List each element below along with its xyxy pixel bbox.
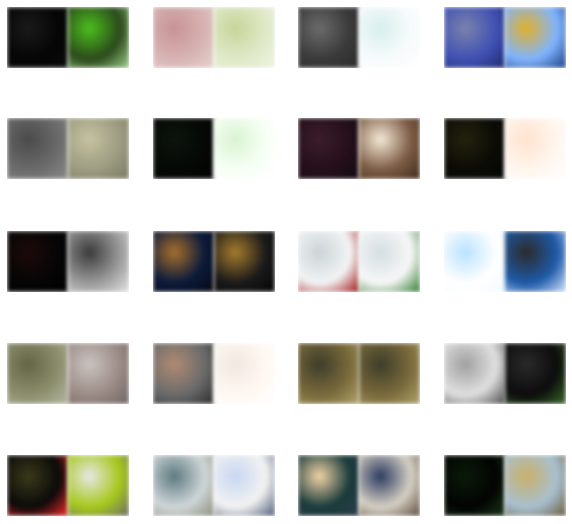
image-pair-right bbox=[505, 118, 566, 179]
image-pair bbox=[7, 455, 129, 516]
image-pair-right bbox=[505, 7, 566, 68]
image-pair bbox=[444, 118, 566, 179]
image-pair bbox=[153, 7, 275, 68]
image-pair bbox=[153, 455, 275, 516]
image-pair-right bbox=[214, 455, 275, 516]
image-pair bbox=[298, 7, 420, 68]
image-pair-right bbox=[359, 231, 420, 292]
image-pair-right bbox=[214, 343, 275, 404]
image-pair-left bbox=[153, 343, 214, 404]
image-pair bbox=[298, 231, 420, 292]
image-pair bbox=[298, 455, 420, 516]
image-pair-left bbox=[7, 455, 68, 516]
image-pair-right bbox=[359, 7, 420, 68]
image-pair-left bbox=[298, 231, 359, 292]
image-pair-right bbox=[214, 7, 275, 68]
image-pair bbox=[153, 343, 275, 404]
image-pair-left bbox=[444, 231, 505, 292]
image-pair-left bbox=[7, 118, 68, 179]
image-pair-right bbox=[505, 455, 566, 516]
image-pair-right bbox=[359, 118, 420, 179]
image-pair-right bbox=[68, 118, 129, 179]
image-pair bbox=[444, 7, 566, 68]
image-pair-left bbox=[298, 343, 359, 404]
image-pair bbox=[153, 118, 275, 179]
image-grid bbox=[0, 0, 572, 524]
image-pair-left bbox=[153, 7, 214, 68]
image-pair bbox=[7, 343, 129, 404]
image-pair bbox=[7, 231, 129, 292]
image-pair-right bbox=[68, 231, 129, 292]
image-pair bbox=[153, 231, 275, 292]
image-pair bbox=[444, 343, 566, 404]
image-pair-left bbox=[444, 7, 505, 68]
image-pair-left bbox=[298, 118, 359, 179]
image-pair-right bbox=[214, 231, 275, 292]
image-pair-left bbox=[444, 343, 505, 404]
image-pair-left bbox=[7, 231, 68, 292]
image-pair-right bbox=[214, 118, 275, 179]
image-pair-right bbox=[505, 231, 566, 292]
image-pair bbox=[7, 118, 129, 179]
image-pair bbox=[7, 7, 129, 68]
image-pair-right bbox=[68, 455, 129, 516]
image-pair-left bbox=[444, 118, 505, 179]
image-pair-left bbox=[444, 455, 505, 516]
image-pair bbox=[298, 118, 420, 179]
image-pair-left bbox=[7, 7, 68, 68]
image-pair-right bbox=[359, 455, 420, 516]
image-pair-right bbox=[505, 343, 566, 404]
image-pair-right bbox=[359, 343, 420, 404]
image-pair-left bbox=[298, 455, 359, 516]
image-pair bbox=[444, 231, 566, 292]
image-pair-left bbox=[153, 231, 214, 292]
image-pair-left bbox=[153, 118, 214, 179]
image-pair-left bbox=[153, 455, 214, 516]
image-pair bbox=[298, 343, 420, 404]
image-pair bbox=[444, 455, 566, 516]
image-pair-right bbox=[68, 7, 129, 68]
image-pair-left bbox=[298, 7, 359, 68]
image-pair-left bbox=[7, 343, 68, 404]
image-pair-right bbox=[68, 343, 129, 404]
